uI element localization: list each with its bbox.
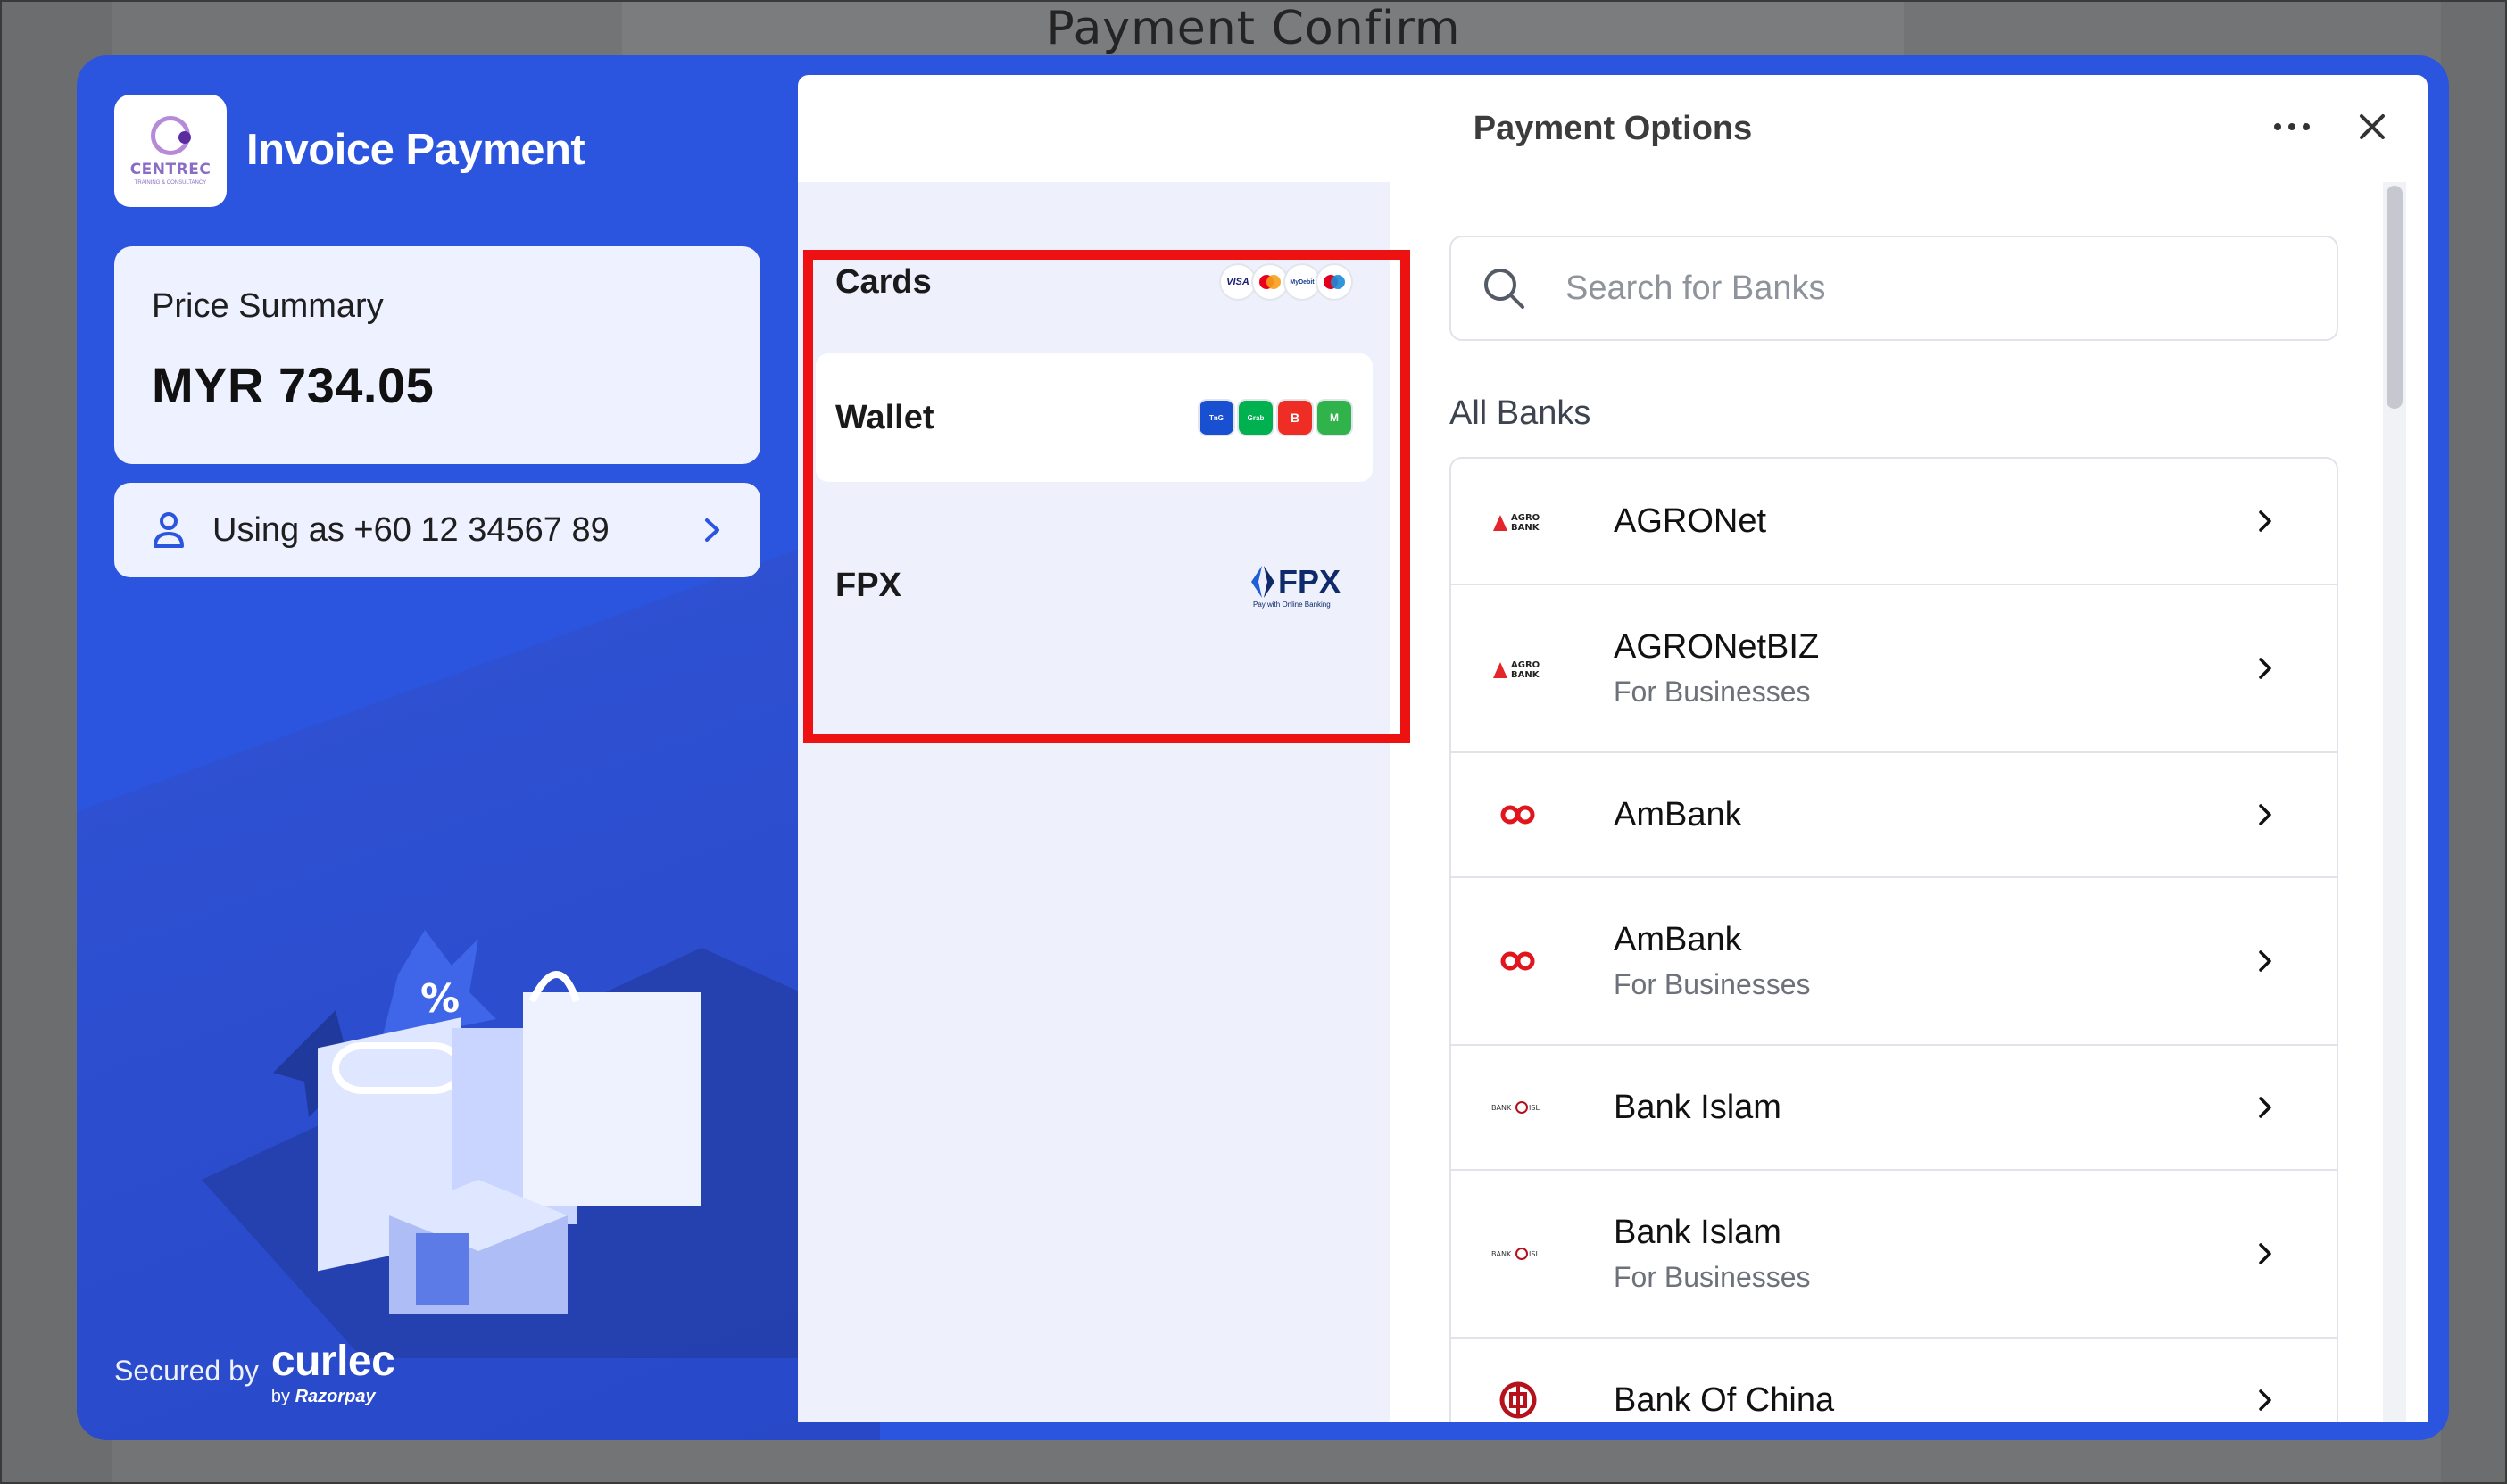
user-contact-text: Using as +60 12 34567 89: [212, 510, 610, 549]
bank-subtitle: For Businesses: [1614, 1261, 1811, 1293]
razorpay-text: Razorpay: [295, 1387, 376, 1406]
chevron-right-icon: [2259, 658, 2271, 679]
all-banks-heading: All Banks: [1449, 394, 1591, 432]
chevron-right-icon: [2259, 1243, 2271, 1264]
chevron-right-icon: [2259, 510, 2271, 532]
touch-n-go-icon: TnG: [1198, 399, 1235, 436]
method-wallet[interactable]: Wallet TnG Grab B M: [816, 353, 1373, 482]
agrobank-icon: AGRO BANK: [1490, 651, 1546, 686]
wallet-badges: TnG Grab B M: [1196, 399, 1353, 436]
bank-name: AGRONet: [1614, 502, 1767, 540]
user-icon: [154, 512, 184, 548]
method-cards[interactable]: Cards VISA MyDebit: [816, 218, 1373, 346]
bank-search-box[interactable]: [1449, 236, 2338, 341]
razorpay-logo: by Razorpay: [271, 1387, 394, 1407]
shopping-illustration: %: [202, 930, 880, 1358]
merchant-logo-subtext: TRAINING & CONSULTANCY: [134, 180, 207, 186]
method-label: FPX: [835, 566, 901, 604]
svg-text:%: %: [420, 976, 460, 1022]
payment-methods-list: Cards VISA MyDebit Wallet TnG Grab B M F…: [798, 182, 1390, 1422]
bank-name: AGRONetBIZ: [1614, 628, 1820, 666]
maestro-icon: [1316, 263, 1353, 301]
user-contact-button[interactable]: Using as +60 12 34567 89: [114, 483, 760, 577]
bank-row-bank-islam[interactable]: BANK ISL Bank Islam: [1451, 1044, 2337, 1169]
bank-row-agronetbiz[interactable]: AGRO BANK AGRONetBIZ For Businesses: [1451, 584, 2337, 751]
bank-name: Bank Islam: [1614, 1088, 1781, 1126]
svg-text:BANK: BANK: [1491, 1104, 1512, 1112]
by-label: by: [270, 1387, 290, 1406]
svg-text:ISL: ISL: [1529, 1104, 1540, 1112]
fpx-logo: FPX Pay with Online Banking: [1249, 563, 1341, 609]
svg-text:BANK: BANK: [1491, 1250, 1512, 1258]
bank-name: Bank Islam: [1614, 1214, 1781, 1251]
bank-of-china-icon: [1490, 1381, 1546, 1419]
bank-subtitle: For Businesses: [1614, 968, 1811, 1000]
bank-row-ambank-business[interactable]: AmBank For Businesses: [1451, 876, 2337, 1044]
bank-name: AmBank: [1614, 921, 1742, 958]
bank-name: AmBank: [1614, 795, 1742, 833]
secured-by-footer: Secured by curlec by Razorpay: [114, 1338, 395, 1407]
fpx-logo-subtext: Pay with Online Banking: [1252, 600, 1331, 609]
close-icon[interactable]: [2353, 107, 2392, 146]
chevron-right-icon: [705, 518, 719, 542]
svg-text:BANK: BANK: [1511, 670, 1540, 680]
bank-islam-icon: BANK ISL: [1490, 1090, 1546, 1125]
svg-text:BANK: BANK: [1511, 523, 1540, 533]
bank-subtitle: For Businesses: [1614, 676, 1811, 708]
bank-islam-icon: BANK ISL: [1490, 1236, 1546, 1272]
chevron-right-icon: [2259, 950, 2271, 972]
bank-name: Bank Of China: [1614, 1380, 1835, 1419]
grabpay-icon: Grab: [1237, 399, 1274, 436]
fpx-logo-text: FPX: [1277, 562, 1341, 600]
merchant-title: Invoice Payment: [246, 126, 585, 174]
bank-row-agronet[interactable]: AGRO BANK AGRONet: [1451, 459, 2337, 584]
maybank-qr-icon: M: [1316, 399, 1353, 436]
svg-text:AGRO: AGRO: [1511, 513, 1540, 523]
chevron-right-icon: [2259, 1389, 2271, 1411]
panel-header: Payment Options: [798, 75, 2428, 182]
ambank-icon: [1490, 797, 1546, 833]
price-amount: MYR 734.05: [152, 357, 435, 413]
price-summary-label: Price Summary: [152, 287, 384, 325]
chevron-right-icon: [2259, 1097, 2271, 1118]
bank-row-ambank[interactable]: AmBank: [1451, 751, 2337, 876]
secured-by-label: Secured by: [114, 1355, 259, 1387]
method-fpx[interactable]: FPX FPX Pay with Online Banking: [816, 521, 1373, 650]
bank-list-scrollbar[interactable]: [2383, 182, 2406, 1422]
method-label: Cards: [835, 262, 932, 301]
svg-text:ISL: ISL: [1529, 1250, 1540, 1258]
more-options-icon[interactable]: [2274, 116, 2310, 137]
bank-list: AGRO BANK AGRONet AGRO BANK AGRONetBIZ For…: [1449, 457, 2338, 1422]
search-icon: [1484, 269, 1524, 309]
method-label: Wallet: [835, 398, 934, 436]
ambank-icon: [1490, 943, 1546, 979]
agrobank-icon: AGRO BANK: [1490, 503, 1546, 539]
merchant-logo-text: CENTREC: [129, 161, 212, 178]
merchant-logo: CENTREC TRAINING & CONSULTANCY: [114, 95, 227, 207]
panel-title: Payment Options: [1473, 109, 1753, 147]
scrollbar-thumb[interactable]: [2387, 186, 2403, 409]
merchant-logo-mark: [151, 116, 191, 155]
bank-search-input[interactable]: [1565, 269, 2279, 308]
background-title: Payment Confirm: [1046, 2, 1461, 55]
fpx-mark-icon: [1250, 565, 1274, 598]
card-network-badges: VISA MyDebit: [1219, 263, 1353, 301]
curlec-logo: curlec: [270, 1338, 395, 1385]
svg-text:AGRO: AGRO: [1511, 660, 1540, 670]
chevron-right-icon: [2259, 804, 2271, 825]
payment-modal: CENTREC TRAINING & CONSULTANCY Invoice P…: [77, 55, 2449, 1440]
boost-icon: B: [1276, 399, 1314, 436]
payment-options-panel: Payment Options Cards VISA MyDebit Walle…: [798, 75, 2428, 1422]
bank-row-bank-of-china[interactable]: Bank Of China: [1451, 1337, 2337, 1422]
bank-row-bank-islam-business[interactable]: BANK ISL Bank Islam For Businesses: [1451, 1169, 2337, 1337]
price-summary-card: Price Summary MYR 734.05: [114, 246, 760, 464]
